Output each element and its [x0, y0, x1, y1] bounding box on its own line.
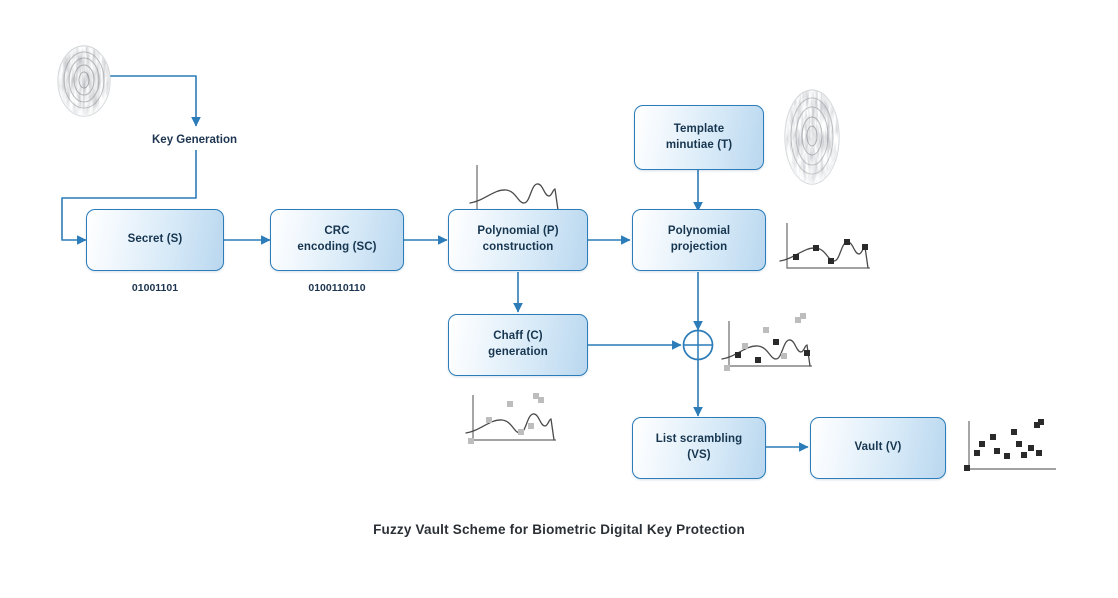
fingerprint-icon-right: [784, 89, 840, 185]
vault-box[interactable]: Vault (V): [810, 417, 946, 479]
connector-fingerprint-to-keygen: [110, 75, 201, 127]
crc-binary-label: 0100110110: [308, 282, 366, 294]
scrambling-box-line-1: List scrambling: [655, 433, 743, 446]
secret-binary-label: 01001101: [131, 282, 179, 294]
xor-junction-icon: [682, 329, 714, 361]
polyproj-box-line-2: projection: [670, 241, 728, 253]
template-minutiae-box[interactable]: Template minutiae (T): [634, 105, 764, 170]
polyconst-box-line-1: Polynomial (P): [477, 225, 559, 238]
polynomial-curve-thumbnail: [469, 165, 560, 211]
scrambling-box-line-2: (VS): [687, 449, 711, 461]
fingerprint-icon-left: [57, 45, 111, 117]
vault-box-line-1: Vault (V): [854, 441, 902, 454]
chaff-points-thumbnail: [465, 393, 556, 444]
secret-box-line-1: Secret (S): [127, 233, 183, 246]
polyproj-box-line-1: Polynomial: [667, 225, 731, 238]
diagram-canvas: [57, 45, 1056, 471]
template-box-line-1: Template: [673, 122, 725, 135]
template-box-line-2: minutiae (T): [665, 138, 733, 151]
polynomial-construction-box[interactable]: Polynomial (P) construction: [448, 209, 588, 271]
diagram-caption: Fuzzy Vault Scheme for Biometric Digital…: [373, 522, 745, 537]
chaff-box-line-2: generation: [488, 346, 548, 358]
projection-points-thumbnail: [779, 223, 870, 269]
vault-scatter-thumbnail: [964, 419, 1056, 471]
chaff-box-line-1: Chaff (C): [493, 330, 543, 343]
polyconst-box-line-2: construction: [482, 241, 554, 253]
crc-box-line-2: encoding (SC): [297, 241, 377, 253]
crc-box-line-1: CRC: [324, 225, 350, 238]
list-scrambling-box[interactable]: List scrambling (VS): [632, 417, 766, 479]
secret-box[interactable]: Secret (S): [86, 209, 224, 271]
polynomial-projection-box[interactable]: Polynomial projection: [632, 209, 766, 271]
chaff-generation-box[interactable]: Chaff (C) generation: [448, 314, 588, 376]
combined-points-thumbnail: [721, 313, 812, 371]
key-generation-label: Key Generation: [152, 134, 237, 146]
crc-encoding-box[interactable]: CRC encoding (SC): [270, 209, 404, 271]
